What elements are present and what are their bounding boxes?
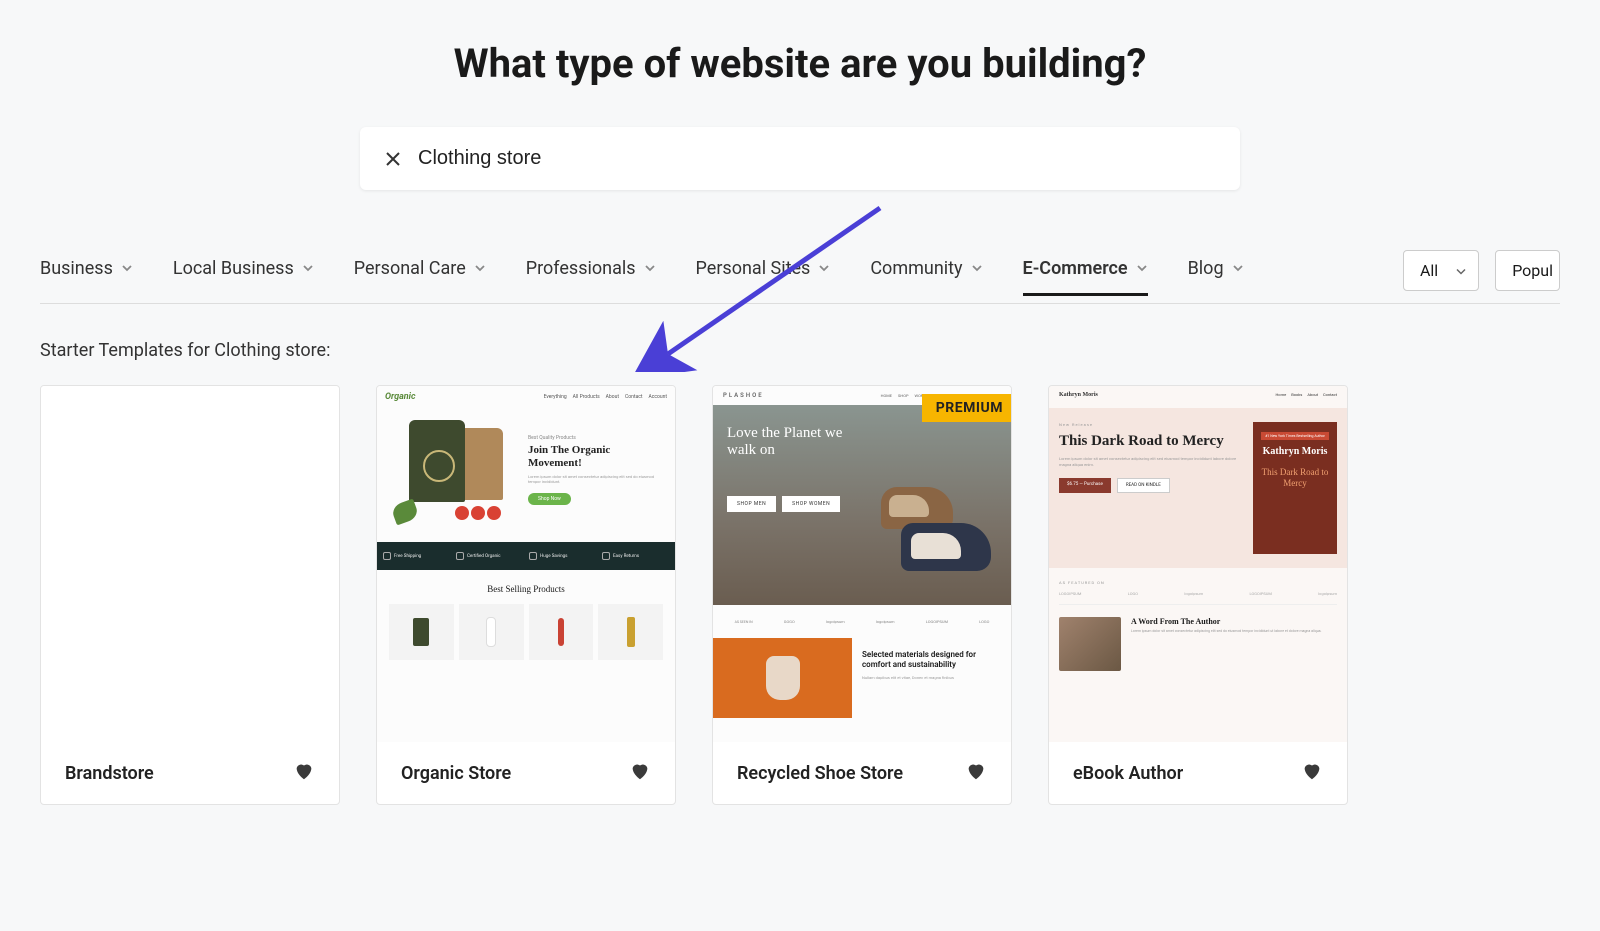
search-box[interactable] xyxy=(360,127,1240,190)
category-label: Business xyxy=(40,258,113,279)
category-label: Community xyxy=(870,258,962,279)
category-tab-local-business[interactable]: Local Business xyxy=(173,258,314,296)
preview-logo: PLASHOE xyxy=(723,392,764,399)
chevron-down-icon xyxy=(1456,261,1466,280)
template-thumbnail: Organic EverythingAll ProductsAboutConta… xyxy=(377,386,675,742)
preview-heading: Love the Planet we walk on xyxy=(727,425,867,460)
filter-type-dropdown[interactable]: All xyxy=(1403,250,1479,291)
template-card-ebook-author[interactable]: Kathryn Moris HomeBooksAboutContact New … xyxy=(1048,385,1348,805)
preview-body: Lorem ipsum dolor sit amet consectetur a… xyxy=(1131,629,1337,634)
heart-icon[interactable] xyxy=(1301,760,1323,786)
template-card-recycled-shoe-store[interactable]: PREMIUM PLASHOE HOMESHOPWOMENCOLLECTIONL… xyxy=(712,385,1012,805)
preview-cover-author: Kathryn Moris xyxy=(1261,446,1329,457)
preview-btn: SHOP MEN xyxy=(727,496,776,512)
chevron-down-icon xyxy=(302,262,314,274)
preview-heading: Join The Organic Movement! xyxy=(528,444,663,470)
template-thumbnail: PLASHOE HOMESHOPWOMENCOLLECTIONLOOKBOOKS… xyxy=(713,386,1011,742)
search-input[interactable] xyxy=(418,147,1216,170)
template-card-organic-store[interactable]: Organic EverythingAll ProductsAboutConta… xyxy=(376,385,676,805)
heart-icon[interactable] xyxy=(965,760,987,786)
chevron-down-icon xyxy=(818,262,830,274)
category-tab-community[interactable]: Community xyxy=(870,258,982,296)
template-card-brandstore[interactable]: Brandstore xyxy=(40,385,340,805)
template-title: Recycled Shoe Store xyxy=(737,763,903,784)
category-tab-personal-sites[interactable]: Personal Sites xyxy=(696,258,831,296)
close-icon[interactable] xyxy=(384,150,402,168)
filter-type-value: All xyxy=(1420,261,1438,280)
filter-sort-dropdown[interactable]: Popul xyxy=(1495,250,1560,291)
preview-body: Lorem ipsum dolor sit amet consectetur a… xyxy=(528,474,663,485)
category-tab-personal-care[interactable]: Personal Care xyxy=(354,258,486,296)
preview-tag: New Release xyxy=(1059,422,1243,427)
category-tabs: Business Local Business Personal Care Profe… xyxy=(40,250,1560,304)
category-tab-professionals[interactable]: Professionals xyxy=(526,258,656,296)
category-label: Local Business xyxy=(173,258,294,279)
preview-body: Nullam dapibus elit et vitae, Donec et m… xyxy=(862,675,1001,680)
heart-icon[interactable] xyxy=(293,760,315,786)
category-label: Personal Sites xyxy=(696,258,811,279)
preview-section-title: Best Selling Products xyxy=(385,584,667,594)
preview-logo: Organic xyxy=(385,392,416,402)
preview-cover-title: This Dark Road to Mercy xyxy=(1261,467,1329,489)
template-title: eBook Author xyxy=(1073,763,1183,784)
preview-btn: $6.75 — Purchase xyxy=(1059,478,1111,493)
template-title: Organic Store xyxy=(401,763,511,784)
preview-section-title: Selected materials designed for comfort … xyxy=(862,650,1001,671)
premium-badge: PREMIUM xyxy=(922,394,1012,422)
preview-label: AS FEATURED ON xyxy=(1059,580,1337,585)
template-title: Brandstore xyxy=(65,763,154,784)
preview-subtitle: Best Quality Products xyxy=(528,435,663,441)
category-label: Blog xyxy=(1188,258,1224,279)
chevron-down-icon xyxy=(474,262,486,274)
page-title: What type of website are you building? xyxy=(40,40,1560,87)
preview-btn: SHOP WOMEN xyxy=(782,496,840,512)
category-tab-e-commerce[interactable]: E-Commerce xyxy=(1023,258,1148,296)
chevron-down-icon xyxy=(644,262,656,274)
template-thumbnail xyxy=(41,386,339,742)
category-tab-blog[interactable]: Blog xyxy=(1188,258,1244,296)
preview-section-title: A Word From The Author xyxy=(1131,617,1337,626)
preview-cta: Shop Now xyxy=(528,493,571,505)
preview-logo: Kathryn Moris xyxy=(1059,392,1098,398)
chevron-down-icon xyxy=(1232,262,1244,274)
chevron-down-icon xyxy=(971,262,983,274)
category-tab-business[interactable]: Business xyxy=(40,258,133,296)
preview-badge: #1 New York Times Bestselling Author xyxy=(1261,432,1329,440)
search-wrapper xyxy=(40,127,1560,190)
filter-sort-value: Popul xyxy=(1512,261,1553,280)
category-label: E-Commerce xyxy=(1023,258,1128,279)
preview-heading: This Dark Road to Mercy xyxy=(1059,433,1243,450)
category-label: Professionals xyxy=(526,258,636,279)
preview-body: Lorem ipsum dolor sit amet consectetur a… xyxy=(1059,456,1243,468)
chevron-down-icon xyxy=(121,262,133,274)
template-grid: Brandstore Organic EverythingAll Product… xyxy=(40,385,1560,805)
heart-icon[interactable] xyxy=(629,760,651,786)
category-label: Personal Care xyxy=(354,258,466,279)
preview-btn: READ ON KINDLE xyxy=(1117,478,1170,493)
chevron-down-icon xyxy=(1136,262,1148,274)
section-label: Starter Templates for Clothing store: xyxy=(40,340,1560,361)
template-thumbnail: Kathryn Moris HomeBooksAboutContact New … xyxy=(1049,386,1347,742)
preview-label: AS SEEN IN xyxy=(735,620,753,624)
